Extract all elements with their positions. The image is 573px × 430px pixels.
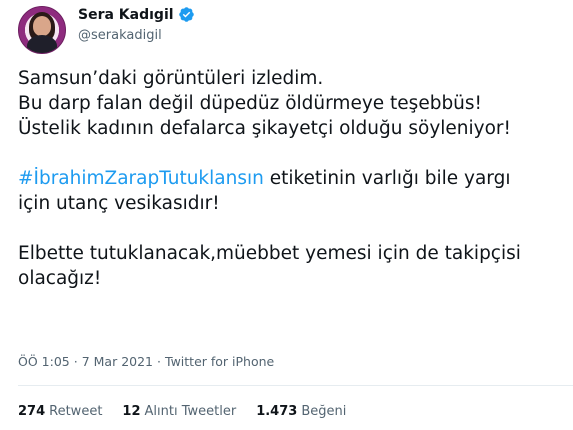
retweets-label: Retweet [49,404,103,419]
tweet-meta: ÖÖ 1:05 · 7 Mar 2021 · Twitter for iPhone [18,354,274,369]
likes-label: Beğeni [301,404,347,419]
author-handle[interactable]: @serakadigil [78,28,162,43]
likes-count: 1.473 [256,404,298,419]
avatar[interactable] [18,6,66,54]
likes-stat[interactable]: 1.473 Beğeni [256,404,346,419]
tweet-text: Samsun’daki görüntüleri izledim. Bu darp… [18,66,566,291]
quotes-count: 12 [122,404,141,419]
retweets-stat[interactable]: 274 Retweet [18,404,102,419]
verified-badge-icon [178,7,194,22]
tweet-line: Samsun’daki görüntüleri izledim. [18,68,324,89]
retweets-count: 274 [18,404,46,419]
avatar-body [27,35,57,53]
tweet-line: Elbette tutuklanacak,müebbet yemesi için… [18,243,521,264]
quotes-label: Alıntı Tweetler [144,404,237,419]
tweet-stats: 274 Retweet 12 Alıntı Tweetler 1.473 Beğ… [18,404,346,419]
tweet-line-hashtag: #İbrahimZarapTutuklansın etiketinin varl… [18,166,566,191]
tweet-line: Bu darp falan değil düpedüz öldürmeye te… [18,93,482,114]
avatar-face [33,16,51,36]
quotes-stat[interactable]: 12 Alıntı Tweetler [122,404,236,419]
tweet-time[interactable]: ÖÖ 1:05 [18,354,70,369]
divider [18,385,573,386]
author-display-name[interactable]: Sera Kadıgil [78,7,174,23]
tweet-line: olacağız! [18,268,102,289]
tweet-line: Üstelik kadının defalarca şikayetçi oldu… [18,118,511,139]
tweet-source[interactable]: Twitter for iPhone [165,354,274,369]
meta-separator: · [157,354,161,369]
author-name-row: Sera Kadıgil [78,6,195,23]
tweet-line-text: etiketinin varlığı bile yargı [263,168,511,189]
tweet-date[interactable]: 7 Mar 2021 [82,354,153,369]
meta-separator: · [73,354,78,369]
tweet-line: için utanç vesikasıdır! [18,193,220,214]
hashtag-link[interactable]: #İbrahimZarapTutuklansın [18,168,264,189]
